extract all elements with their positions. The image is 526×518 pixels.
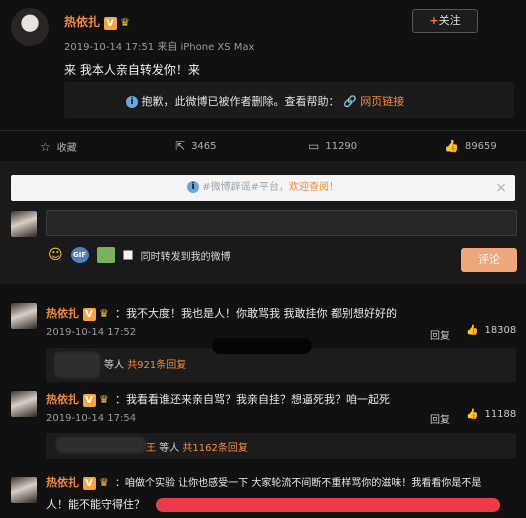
sub-replies-tail: 等人 — [104, 360, 124, 371]
verified-v-icon: V — [82, 307, 96, 321]
emoji-icon[interactable]: ☺ — [48, 247, 63, 263]
redacted-name — [56, 437, 146, 453]
comment-like[interactable]: 👍 18308 — [466, 325, 516, 336]
verified-v-icon: V — [82, 393, 96, 407]
crown-icon: ♛ — [99, 476, 109, 489]
comment-text: ：我不大度！我也是人！你敢骂我 我敢挂你 都别想好好的 — [115, 307, 397, 320]
rumor-notice-bar: i #微博辟谣#平台，欢迎查阅！ × — [11, 175, 515, 201]
comment-input[interactable] — [46, 210, 517, 236]
repost-count: 3465 — [191, 140, 217, 152]
repost-action[interactable]: ⇱ 3465 — [175, 139, 217, 153]
comment-icon: ▭ — [308, 139, 320, 153]
sub-replies-name: 王 — [146, 443, 156, 454]
comment-text: ：咱做个实验 让你也感受一下 大家轮流不间断不重样骂你的滋味！我看看你是不是 — [115, 478, 482, 489]
close-icon[interactable]: × — [495, 175, 507, 201]
help-link[interactable]: 网页链接 — [360, 95, 404, 108]
star-icon: ☆ — [40, 139, 51, 154]
submit-comment-button[interactable]: 评论 — [461, 248, 517, 272]
redacted-blob — [212, 338, 312, 354]
sub-replies-more-link[interactable]: 共1162条回复 — [182, 443, 247, 454]
author-name[interactable]: 热依扎 — [64, 15, 100, 29]
repost-icon: ⇱ — [175, 139, 186, 153]
reply-button[interactable]: 回复 — [430, 327, 450, 342]
comment-action[interactable]: ▭ 11290 — [308, 139, 357, 153]
like-action[interactable]: 👍 89659 — [444, 139, 497, 153]
gif-icon[interactable]: GIF — [70, 247, 89, 263]
favorite-label: 收藏 — [56, 143, 77, 154]
comment-author[interactable]: 热依扎 — [46, 476, 79, 489]
like-count: 89659 — [464, 140, 497, 152]
sub-replies-more-link[interactable]: 共921条回复 — [127, 360, 186, 371]
follow-label: 关注 — [438, 14, 461, 27]
verified-v-icon: V — [82, 476, 96, 490]
sub-replies-box[interactable]: 王 等人 共1162条回复 — [46, 433, 516, 459]
comment-line: 热依扎 V ♛ ：我不大度！我也是人！你敢骂我 我敢挂你 都别想好好的 — [46, 305, 397, 321]
image-icon[interactable] — [96, 247, 115, 263]
comment-like[interactable]: 👍 11188 — [466, 409, 516, 420]
comment-time: 2019-10-14 17:54 — [46, 413, 137, 424]
reply-button[interactable]: 回复 — [430, 411, 450, 426]
comment-like-count: 11188 — [484, 409, 517, 420]
forward-checkbox[interactable] — [122, 250, 133, 260]
comment-avatar[interactable] — [11, 303, 37, 329]
info-icon: i — [126, 96, 138, 108]
sub-replies-summary: 等人 共921条回复 — [104, 356, 186, 371]
thumbs-up-icon: 👍 — [466, 325, 479, 336]
verified-v-icon: V — [103, 16, 117, 30]
comment-text-continued: 人！能不能守得住？ — [46, 498, 145, 511]
plus-icon: + — [429, 14, 439, 27]
comment-count: 11290 — [325, 140, 358, 152]
rumor-text: #微博辟谣#平台， — [202, 182, 289, 193]
redacted-avatar — [54, 352, 100, 378]
current-user-avatar — [11, 211, 37, 237]
rumor-link[interactable]: 欢迎查阅！ — [289, 182, 339, 193]
sub-replies-tail: 等人 — [159, 443, 180, 454]
comment-time: 2019-10-14 17:52 — [46, 327, 137, 338]
crown-icon: ♛ — [99, 307, 109, 320]
comment-line: 热依扎 V ♛ ：我看看谁还来亲自骂？我亲自挂？想逼死我？咱一起死 — [46, 391, 390, 407]
info-icon: i — [187, 181, 200, 193]
follow-button[interactable]: +关注 — [412, 9, 478, 33]
redaction-bar — [156, 498, 500, 512]
thumbs-up-icon: 👍 — [444, 139, 459, 153]
comment-like-count: 18308 — [484, 325, 517, 336]
comment-line: 热依扎 V ♛ ：咱做个实验 让你也感受一下 大家轮流不间断不重样骂你的滋味！我看… — [46, 474, 481, 490]
divider — [0, 130, 526, 131]
thumbs-up-icon: 👍 — [466, 409, 479, 420]
forward-label: 同时转发到我的微博 — [140, 251, 231, 263]
comment-text: ：我看看谁还来亲自骂？我亲自挂？想逼死我？咱一起死 — [115, 393, 390, 406]
comment-avatar[interactable] — [11, 391, 37, 417]
author-row: 热依扎 V ♛ — [64, 13, 136, 30]
author-avatar[interactable] — [11, 8, 49, 46]
post-meta: 2019-10-14 17:51 来自 iPhone XS Max — [64, 38, 254, 53]
deleted-notice-text: 抱歉，此微博已被作者删除。查看帮助： — [141, 95, 340, 108]
post-timestamp[interactable]: 2019-10-14 17:51 — [64, 42, 154, 53]
favorite-action[interactable]: ☆ 收藏 — [40, 139, 77, 155]
post-text: 来 我本人亲自转发你！来 — [64, 63, 200, 77]
crown-icon: ♛ — [99, 393, 109, 406]
deleted-notice-box: i 抱歉，此微博已被作者删除。查看帮助： 🔗 网页链接 — [64, 82, 514, 118]
post-source: 来自 iPhone XS Max — [157, 42, 255, 53]
comment-avatar[interactable] — [11, 477, 37, 503]
sub-replies-summary: 王 等人 共1162条回复 — [146, 439, 248, 454]
link-icon: 🔗 — [343, 95, 357, 108]
comment-author[interactable]: 热依扎 — [46, 307, 79, 320]
crown-icon: ♛ — [120, 16, 130, 29]
compose-toolbar: ☺ GIF 同时转发到我的微博 — [48, 247, 231, 263]
comment-author[interactable]: 热依扎 — [46, 393, 79, 406]
